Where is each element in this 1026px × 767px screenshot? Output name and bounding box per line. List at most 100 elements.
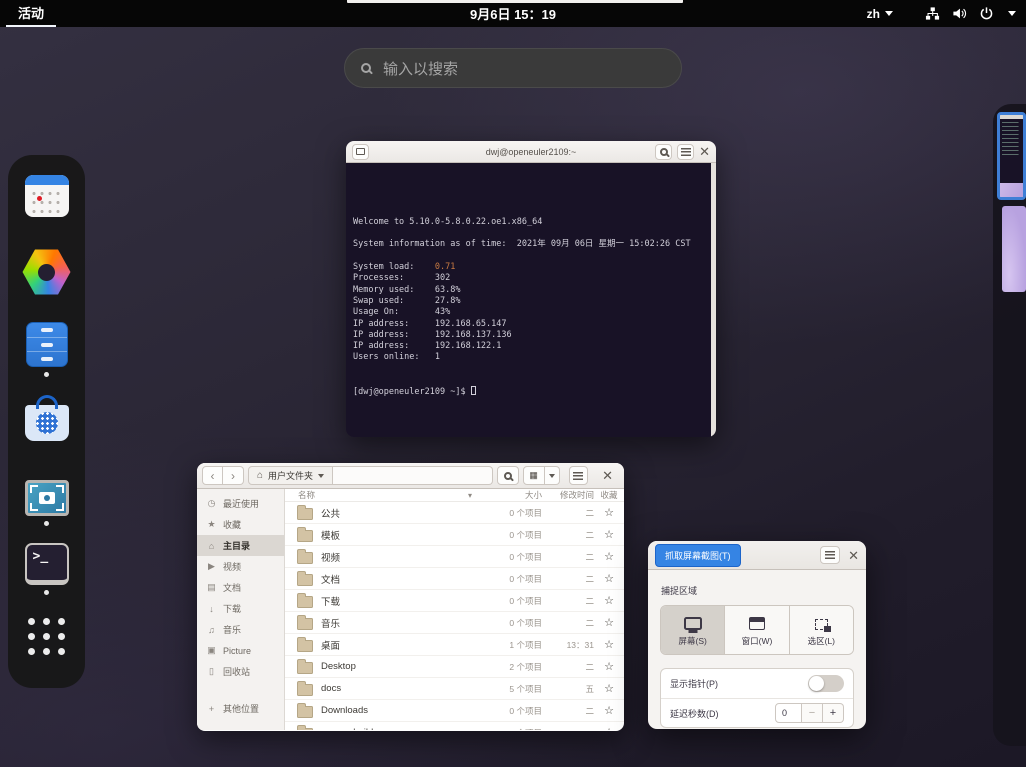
star-icon[interactable]: ☆ <box>594 506 624 519</box>
file-row-模板[interactable]: 模板0 个项目二☆ <box>285 524 624 546</box>
file-row-文档[interactable]: 文档0 个项目二☆ <box>285 568 624 590</box>
path-bar[interactable]: ⌂ 用户文件夹 <box>248 466 493 485</box>
dock-item-files[interactable] <box>8 322 85 377</box>
terminal-line: IP address: 192.168.122.1 <box>353 341 706 352</box>
terminal-menu-button[interactable] <box>677 144 694 160</box>
increment-button[interactable]: + <box>823 703 844 723</box>
clock-button[interactable]: 9月6日 15：19 <box>470 4 556 23</box>
star-icon[interactable]: ☆ <box>594 594 624 607</box>
delay-value-field[interactable]: 0 <box>775 703 802 723</box>
show-pointer-label: 显示指针(P) <box>670 677 718 690</box>
new-tab-button[interactable] <box>352 144 369 160</box>
take-screenshot-label: 抓取屏幕截图(T) <box>665 551 731 561</box>
dock-item-software[interactable] <box>8 395 85 441</box>
sidebar-item-回收站[interactable]: ▯回收站 <box>197 661 284 682</box>
files-menu-button[interactable] <box>569 466 589 485</box>
terminal-line <box>353 364 706 375</box>
star-icon[interactable]: ☆ <box>594 528 624 541</box>
sidebar-item-Picture[interactable]: ▣Picture <box>197 640 284 661</box>
close-icon[interactable]: ✕ <box>848 549 859 562</box>
sidebar-item-其他位置[interactable]: +其他位置 <box>197 698 284 719</box>
terminal-cursor <box>471 386 476 395</box>
files-window[interactable]: ‹ › ⌂ 用户文件夹 ▦ <box>197 463 624 731</box>
sidebar-item-label: 文档 <box>223 581 241 594</box>
sidebar-item-下载[interactable]: ↓下载 <box>197 598 284 619</box>
screenshot-dialog[interactable]: 抓取屏幕截图(T) ✕ 捕捉区域 屏幕(S)窗口(W)选区(L) 显示指针(P)… <box>648 541 866 729</box>
workspace-thumbnail-2[interactable] <box>1002 206 1026 292</box>
input-language-menu[interactable]: zh <box>867 7 893 21</box>
show-pointer-toggle[interactable] <box>808 675 844 692</box>
current-location-button[interactable]: ⌂ 用户文件夹 <box>248 466 333 485</box>
trash-icon: ▯ <box>206 666 217 677</box>
terminal-search-button[interactable] <box>655 144 672 160</box>
close-icon[interactable]: ✕ <box>699 145 710 158</box>
forward-button[interactable]: › <box>223 466 244 485</box>
terminal-window[interactable]: dwj@openeuler2109:~ ✕ Welcome to 5.10.0-… <box>346 141 716 437</box>
screenshot-tool-icon <box>25 480 69 516</box>
list-column-headers[interactable]: 名称 ▾ 大小 修改时间 收藏 <box>285 489 624 502</box>
file-row-Downloads[interactable]: Downloads0 个项目二☆ <box>285 700 624 722</box>
star-icon[interactable]: ☆ <box>594 572 624 585</box>
picture-icon: ▣ <box>206 645 217 656</box>
dock-item-screenshot[interactable] <box>8 480 85 526</box>
app-grid-icon <box>28 617 66 655</box>
sidebar-item-收藏[interactable]: ★收藏 <box>197 514 284 535</box>
sidebar-item-文档[interactable]: ▤文档 <box>197 577 284 598</box>
sidebar-item-主目录[interactable]: ⌂主目录 <box>197 535 284 556</box>
column-star[interactable]: 收藏 <box>594 489 624 501</box>
column-name[interactable]: 名称 <box>298 489 315 501</box>
column-size[interactable]: 大小 <box>476 489 542 501</box>
photos-icon <box>22 248 72 296</box>
screenshot-menu-button[interactable] <box>820 546 840 564</box>
star-icon[interactable]: ☆ <box>594 616 624 629</box>
grid-view-button[interactable]: ▦ <box>523 466 545 485</box>
file-modified: 13：31 <box>542 639 594 651</box>
take-screenshot-button[interactable]: 抓取屏幕截图(T) <box>655 544 741 567</box>
file-size: 1 个项目 <box>476 639 542 651</box>
star-icon[interactable]: ☆ <box>594 660 624 673</box>
file-row-gnome-builder[interactable]: gnome-builder1 个项目二☆ <box>285 722 624 730</box>
dock-item-calendar[interactable] <box>8 175 85 217</box>
search-input[interactable]: 输入以搜索 <box>344 48 682 88</box>
star-icon[interactable]: ☆ <box>594 726 624 730</box>
star-icon[interactable]: ☆ <box>594 704 624 717</box>
sidebar-item-音乐[interactable]: ♫音乐 <box>197 619 284 640</box>
dock-item-terminal[interactable]: >_ <box>8 543 85 595</box>
file-modified: 五 <box>542 683 594 695</box>
file-row-桌面[interactable]: 桌面 1 个项目13：31☆ <box>285 634 624 656</box>
file-row-公共[interactable]: 公共0 个项目二☆ <box>285 502 624 524</box>
column-modified[interactable]: 修改时间 <box>542 489 594 501</box>
sidebar-item-视频[interactable]: ▶视频 <box>197 556 284 577</box>
files-search-button[interactable] <box>497 466 518 485</box>
close-icon[interactable]: ✕ <box>602 469 613 482</box>
mini-terminal-body <box>1000 119 1023 183</box>
workspace-thumbnail-1[interactable] <box>997 112 1026 200</box>
star-icon[interactable]: ☆ <box>594 638 624 651</box>
path-bar-empty[interactable] <box>333 466 493 485</box>
file-row-视频[interactable]: 视频0 个项目二☆ <box>285 546 624 568</box>
terminal-line: Users online: 1 <box>353 352 706 363</box>
back-button[interactable]: ‹ <box>202 466 223 485</box>
file-row-音乐[interactable]: 音乐0 个项目二☆ <box>285 612 624 634</box>
capture-mode-selection[interactable]: 选区(L) <box>790 606 853 654</box>
terminal-output[interactable]: Welcome to 5.10.0-5.8.0.22.oe1.x86_64 Sy… <box>346 163 716 437</box>
terminal-line <box>353 228 706 239</box>
activities-button[interactable]: 活动 <box>6 0 56 27</box>
capture-mode-window[interactable]: 窗口(W) <box>725 606 789 654</box>
view-options-button[interactable] <box>545 466 560 485</box>
decrement-button[interactable]: − <box>802 703 823 723</box>
terminal-scrollbar[interactable] <box>711 163 716 437</box>
star-icon[interactable]: ☆ <box>594 682 624 695</box>
delay-spinner: 0 − + <box>775 703 844 723</box>
file-name: 桌面 <box>321 638 340 652</box>
sidebar-item-最近使用[interactable]: ◷最近使用 <box>197 493 284 514</box>
file-row-Desktop[interactable]: Desktop2 个项目二☆ <box>285 656 624 678</box>
dock-item-app-grid[interactable] <box>8 617 85 655</box>
calendar-icon <box>25 175 69 217</box>
dock-item-photos[interactable] <box>8 248 85 296</box>
system-status-area[interactable]: zh <box>867 0 1016 27</box>
file-row-docs[interactable]: docs5 个项目五☆ <box>285 678 624 700</box>
star-icon[interactable]: ☆ <box>594 550 624 563</box>
file-row-下载[interactable]: 下载0 个项目二☆ <box>285 590 624 612</box>
capture-mode-screen[interactable]: 屏幕(S) <box>661 606 725 654</box>
